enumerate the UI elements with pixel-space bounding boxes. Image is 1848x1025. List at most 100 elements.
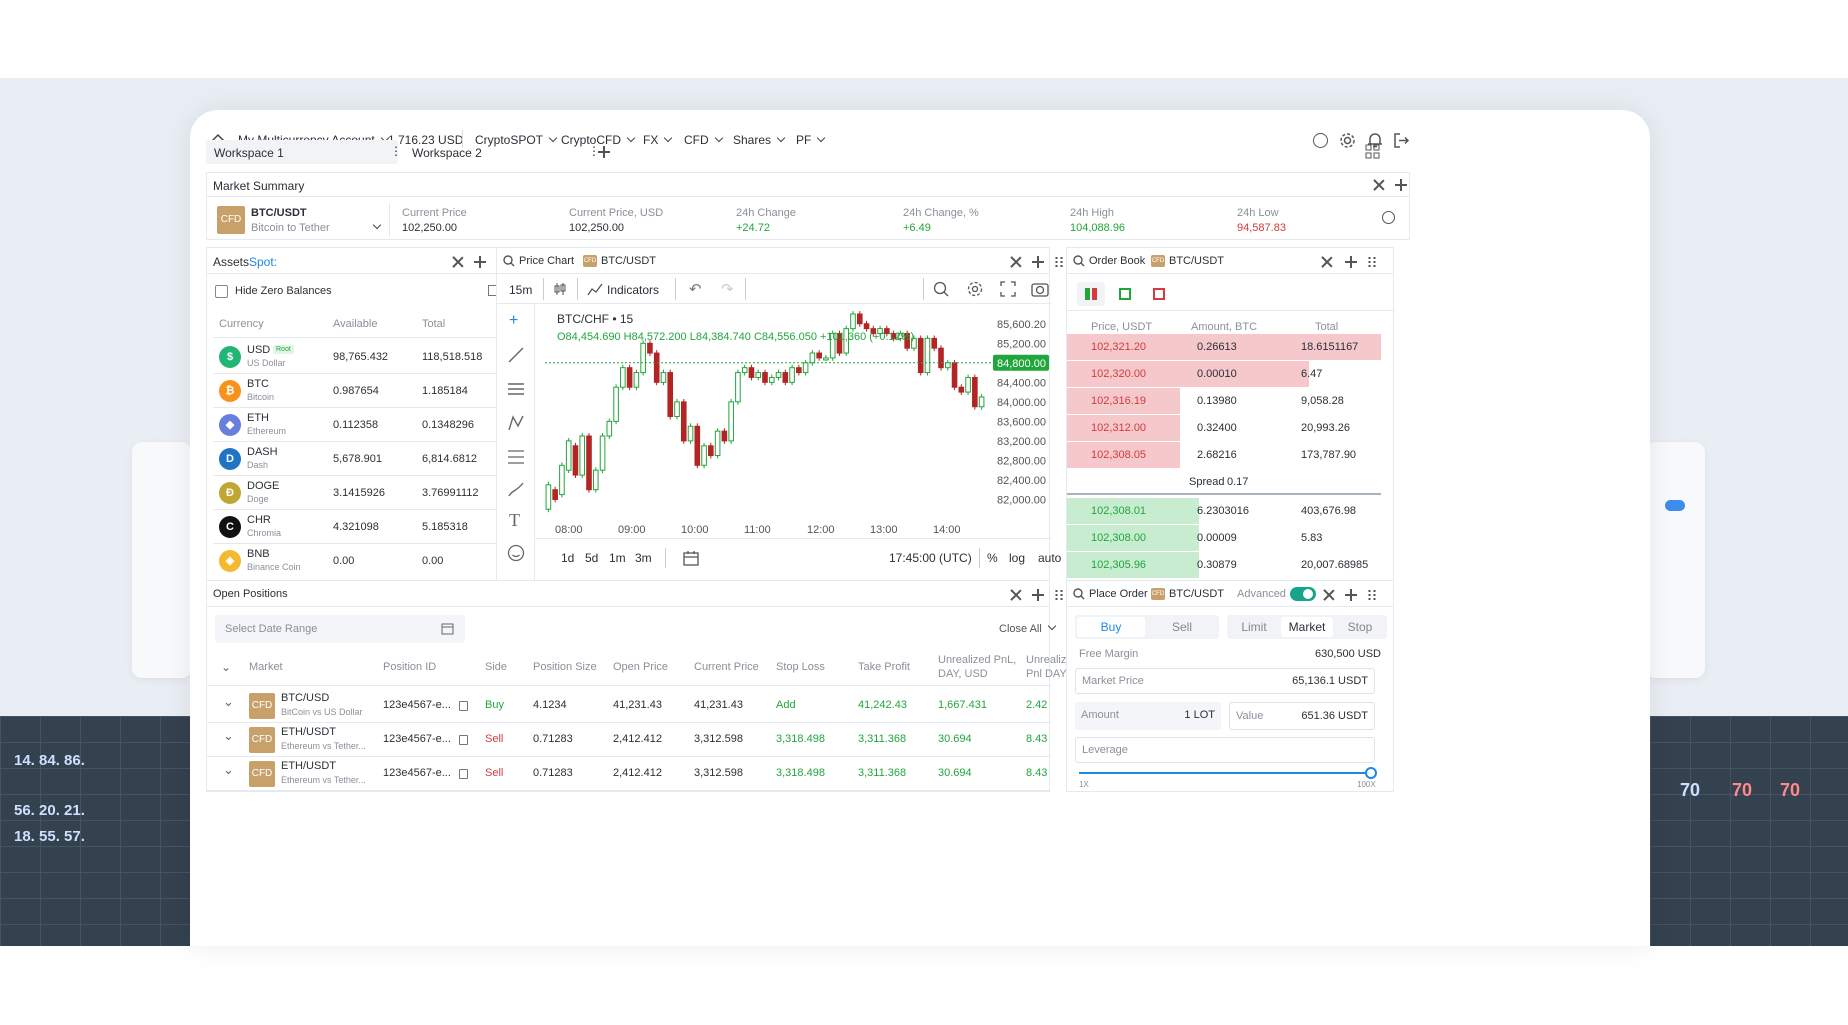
drag-handle-icon[interactable]: [1054, 256, 1064, 268]
date-range-input[interactable]: Select Date Range: [215, 615, 465, 643]
search-icon[interactable]: [503, 255, 515, 267]
place-order-symbol[interactable]: BTC/USDT: [1169, 588, 1224, 600]
view-asks-icon[interactable]: [1145, 282, 1173, 306]
amount-field[interactable]: Amount 1 LOT: [1075, 702, 1221, 730]
ask-price[interactable]: 102,320.00: [1091, 368, 1146, 380]
info-icon[interactable]: [1382, 211, 1395, 224]
add-icon[interactable]: [1032, 589, 1044, 601]
period-3m[interactable]: 3m: [635, 551, 652, 565]
copy-icon[interactable]: [459, 769, 468, 779]
ask-price[interactable]: 102,321.20: [1091, 341, 1146, 353]
auto-toggle[interactable]: auto: [1038, 551, 1061, 565]
settings-icon[interactable]: [1339, 132, 1356, 149]
fib-icon[interactable]: [507, 448, 525, 466]
value-field[interactable]: Value 651.36 USDT: [1229, 702, 1375, 730]
close-icon[interactable]: [1010, 589, 1022, 601]
info-icon[interactable]: [1313, 133, 1328, 148]
redo-icon[interactable]: ↷: [721, 280, 734, 298]
tab-workspace-1[interactable]: Workspace 1 ⋮: [206, 140, 402, 164]
close-icon[interactable]: [1373, 179, 1385, 191]
period-5d[interactable]: 5d: [585, 551, 598, 565]
menu-shares[interactable]: Shares: [733, 133, 786, 147]
camera-icon[interactable]: [1031, 281, 1049, 297]
expand-row-icon[interactable]: ⌄: [223, 694, 234, 710]
indicators-icon[interactable]: [587, 282, 603, 296]
search-icon[interactable]: [1073, 255, 1085, 267]
market-price-field[interactable]: Market Price 65,136.1 USDT: [1075, 668, 1375, 694]
hide-zero-checkbox[interactable]: [215, 285, 228, 298]
add-icon[interactable]: [474, 256, 486, 268]
y-tick-label: 82,400.00: [997, 475, 1046, 487]
log-toggle[interactable]: log: [1009, 551, 1025, 565]
menu-pf[interactable]: PF: [796, 133, 826, 147]
close-all-button[interactable]: Close All: [999, 621, 1057, 635]
view-bids-icon[interactable]: [1111, 282, 1139, 306]
close-icon[interactable]: [1321, 256, 1333, 268]
close-icon[interactable]: [1010, 256, 1022, 268]
close-icon[interactable]: [1323, 589, 1335, 601]
add-icon[interactable]: [1032, 256, 1044, 268]
stop-loss[interactable]: Add: [776, 699, 796, 711]
trend-line-icon[interactable]: [507, 346, 525, 364]
layout-grid-icon[interactable]: [1365, 144, 1380, 159]
leverage-field[interactable]: Leverage: [1075, 737, 1375, 763]
expand-row-icon[interactable]: ⌄: [223, 728, 234, 744]
crosshair-icon[interactable]: +: [509, 312, 518, 330]
logout-icon[interactable]: [1393, 132, 1410, 149]
search-icon[interactable]: [1073, 588, 1085, 600]
leverage-knob[interactable]: [1365, 767, 1377, 779]
fullscreen-icon[interactable]: [1000, 281, 1016, 297]
emoji-icon[interactable]: [507, 544, 525, 562]
leverage-slider[interactable]: [1079, 767, 1377, 779]
indicators-button[interactable]: Indicators: [607, 283, 659, 297]
copy-icon[interactable]: [459, 701, 468, 711]
add-icon[interactable]: [1395, 179, 1407, 191]
candles-icon[interactable]: [553, 282, 567, 296]
zoom-icon[interactable]: [933, 281, 949, 297]
interval-selector[interactable]: 15m: [509, 283, 532, 297]
tab-workspace-2[interactable]: Workspace 2 ⋮: [404, 140, 600, 164]
stop-tab[interactable]: Stop: [1335, 617, 1385, 637]
percent-toggle[interactable]: %: [987, 551, 998, 565]
advanced-toggle[interactable]: [1290, 587, 1316, 601]
collapse-all-icon[interactable]: ⌄: [221, 660, 231, 674]
pattern-icon[interactable]: [507, 414, 525, 432]
menu-fx[interactable]: FX: [643, 133, 673, 147]
brush-icon[interactable]: [507, 480, 525, 498]
period-1m[interactable]: 1m: [609, 551, 626, 565]
bid-price[interactable]: 102,308.01: [1091, 505, 1146, 517]
bid-price[interactable]: 102,308.00: [1091, 532, 1146, 544]
limit-tab[interactable]: Limit: [1229, 617, 1279, 637]
market-symbol[interactable]: BTC/USDT: [251, 207, 307, 219]
view-both-icon[interactable]: [1077, 282, 1105, 306]
add-icon[interactable]: [1345, 256, 1357, 268]
tab-menu-icon[interactable]: ⋮: [390, 144, 402, 158]
expand-row-icon[interactable]: ⌄: [223, 762, 234, 778]
market-tab[interactable]: Market: [1281, 617, 1333, 637]
horizontal-lines-icon[interactable]: [507, 380, 525, 398]
undo-icon[interactable]: ↶: [689, 280, 702, 298]
menu-cfd[interactable]: CFD: [684, 133, 723, 147]
ask-price[interactable]: 102,308.05: [1091, 449, 1146, 461]
copy-icon[interactable]: [459, 735, 468, 745]
spot-link[interactable]: Spot:: [249, 255, 277, 269]
sell-tab[interactable]: Sell: [1147, 617, 1217, 637]
text-tool-icon[interactable]: T: [509, 510, 520, 531]
drag-handle-icon[interactable]: [1367, 256, 1377, 268]
ask-price[interactable]: 102,312.00: [1091, 422, 1146, 434]
ask-price[interactable]: 102,316.19: [1091, 395, 1146, 407]
period-1d[interactable]: 1d: [561, 551, 574, 565]
add-icon[interactable]: [1345, 589, 1357, 601]
bid-price[interactable]: 102,305.96: [1091, 559, 1146, 571]
drag-handle-icon[interactable]: [1054, 589, 1064, 601]
close-icon[interactable]: [452, 256, 464, 268]
buy-tab[interactable]: Buy: [1077, 617, 1145, 637]
add-workspace-icon[interactable]: [598, 146, 610, 158]
chart-symbol[interactable]: BTC/USDT: [601, 255, 656, 267]
asset-available: 4.321098: [333, 521, 379, 533]
drag-handle-icon[interactable]: [1367, 589, 1377, 601]
chevron-down-icon[interactable]: [372, 220, 382, 230]
chart-settings-icon[interactable]: [967, 281, 983, 297]
order-book-symbol[interactable]: BTC/USDT: [1169, 255, 1224, 267]
calendar-icon[interactable]: [683, 550, 699, 566]
